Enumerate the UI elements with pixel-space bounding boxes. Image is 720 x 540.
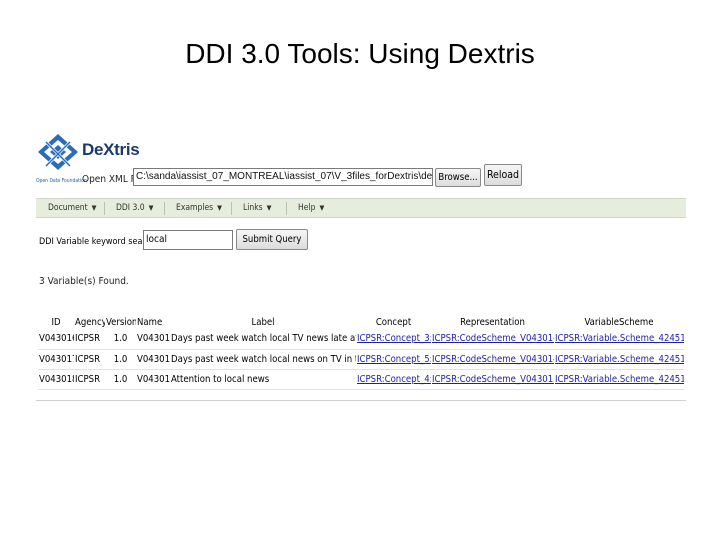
column-header-representation: Representation [460, 316, 525, 328]
cell-label: Days past week watch local TV news late … [170, 329, 356, 350]
cell-label: Days past week watch local news on TV in… [170, 349, 356, 370]
menu-label: DDI 3.0 [116, 203, 145, 213]
logo-subtext: Open Data Foundation [36, 178, 87, 184]
cell-agency: ICPSR [74, 329, 105, 350]
menu-examples[interactable]: Examples ▼ [176, 199, 222, 218]
chevron-down-icon: ▼ [319, 204, 325, 212]
cell-version: 1.0 [105, 349, 136, 370]
bottom-divider [36, 400, 686, 401]
representation-link[interactable]: ICPSR:CodeScheme_V043015:1.0 [432, 374, 554, 385]
cell-id: V043018 [38, 369, 74, 390]
menu-links[interactable]: Links ▼ [243, 199, 272, 218]
cell-label: Attention to local news [170, 369, 356, 390]
cell-name: V043016 [136, 329, 170, 350]
reload-button[interactable]: Reload [484, 164, 522, 186]
file-path-input[interactable]: C:\sanda\iassist_07_MONTREAL\iassist_07\… [133, 168, 433, 186]
menu-bar: Document ▼ DDI 3.0 ▼ Examples ▼ Links ▼ Help… [36, 198, 686, 218]
results-table: ID Agency Version Name Label Concept Rep… [38, 315, 684, 390]
slide-title: DDI 3.0 Tools: Using Dextris [185, 38, 535, 69]
menu-divider [231, 202, 232, 215]
cell-version: 1.0 [105, 329, 136, 350]
cell-agency: ICPSR [74, 349, 105, 370]
table-header-row: ID Agency Version Name Label Concept Rep… [38, 315, 684, 329]
column-header-variablescheme: VariableScheme [584, 316, 654, 328]
submit-query-button[interactable]: Submit Query [236, 229, 308, 250]
cell-id: V043016 [38, 329, 74, 350]
app-name: DeXtris [82, 140, 140, 159]
cell-version: 1.0 [105, 369, 136, 390]
cell-name: V043018 [136, 369, 170, 390]
table-row: V043018 ICPSR 1.0 V043018 Attention to l… [38, 369, 684, 390]
cell-id: V043017 [38, 349, 74, 370]
concept-link[interactable]: ICPSR:Concept_4:1.0 [357, 374, 431, 385]
column-header-label: Label [251, 316, 275, 328]
menu-label: Help [298, 203, 316, 213]
menu-help[interactable]: Help ▼ [298, 199, 324, 218]
keyword-search-label: DDI Variable keyword search: [39, 237, 158, 247]
menu-document[interactable]: Document ▼ [48, 199, 96, 218]
menu-label: Examples [176, 203, 214, 213]
variable-scheme-link[interactable]: ICPSR:Variable.Scheme_42451:1.0 [555, 333, 684, 344]
keyword-search-input[interactable]: local [143, 230, 233, 250]
variable-scheme-link[interactable]: ICPSR:Variable.Scheme_42451:1.0 [555, 354, 684, 365]
chevron-down-icon: ▼ [217, 204, 223, 212]
chevron-down-icon: ▼ [91, 204, 97, 212]
table-row: V043016 ICPSR 1.0 V043016 Days past week… [38, 329, 684, 350]
dextris-screenshot: Open Data Foundation DeXtris Open XML Fi… [36, 128, 686, 403]
concept-link[interactable]: ICPSR:Concept_3:1.0 [357, 333, 431, 344]
column-header-agency: Agency [75, 316, 105, 328]
menu-label: Links [243, 203, 263, 213]
menu-ddi3[interactable]: DDI 3.0 ▼ [116, 199, 153, 218]
results-count: 3 Variable(s) Found. [39, 276, 129, 287]
menu-label: Document [48, 203, 88, 213]
column-header-concept: Concept [375, 316, 412, 328]
cell-name: V043017 [136, 349, 170, 370]
representation-link[interactable]: ICPSR:CodeScheme_V043014:1.0 [432, 354, 554, 365]
column-header-version: Version [106, 316, 136, 328]
representation-link[interactable]: ICPSR:CodeScheme_V043014:1.0 [432, 333, 554, 344]
variable-scheme-link[interactable]: ICPSR:Variable.Scheme_42451:1.0 [555, 374, 684, 385]
chevron-down-icon: ▼ [148, 204, 154, 212]
menu-divider [286, 202, 287, 215]
column-header-id: ID [51, 316, 61, 328]
browse-button[interactable]: Browse... [435, 168, 481, 187]
column-header-name: Name [137, 316, 163, 328]
dextris-logo-icon [38, 134, 78, 170]
menu-divider [104, 202, 105, 215]
menu-divider [164, 202, 165, 215]
cell-agency: ICPSR [74, 369, 105, 390]
chevron-down-icon: ▼ [266, 204, 272, 212]
concept-link[interactable]: ICPSR:Concept_5:1.0 [357, 354, 431, 365]
table-row: V043017 ICPSR 1.0 V043017 Days past week… [38, 349, 684, 370]
